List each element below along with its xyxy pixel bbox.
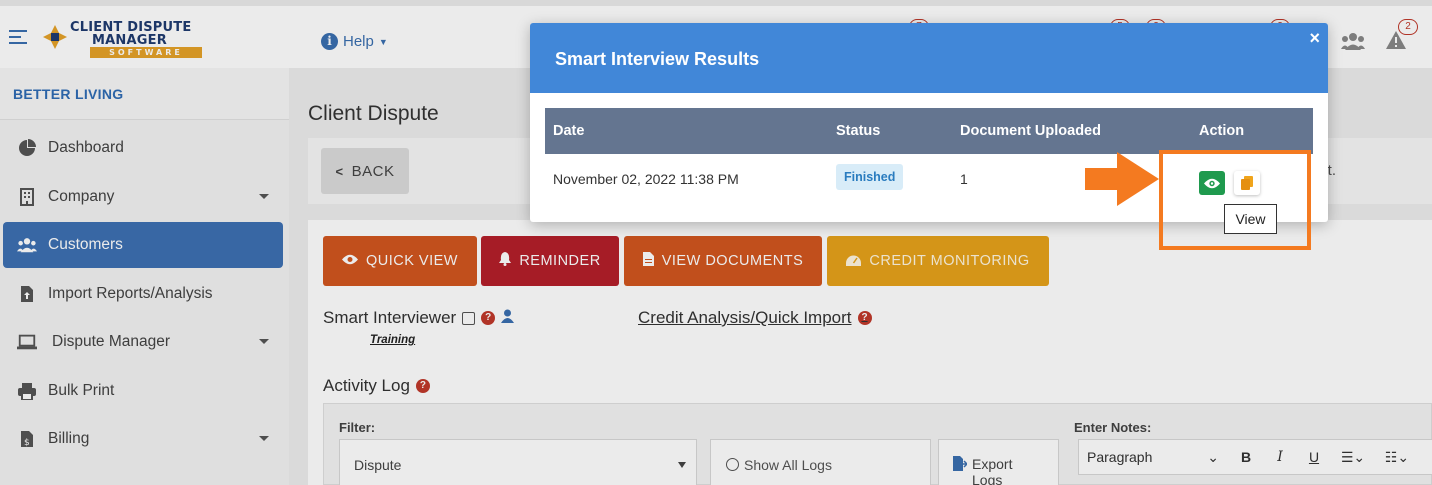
column-header-action: Action [1199,123,1245,139]
view-tooltip: View [1224,204,1277,234]
modal-title: Smart Interview Results [555,49,760,69]
modal-header: Smart Interview Results × [530,23,1328,93]
row-date: November 02, 2022 11:38 PM [553,171,739,187]
status-badge: Finished [836,164,904,190]
row-documents-count: 1 [960,171,968,187]
annotation-arrow-icon [1085,152,1159,206]
close-icon[interactable]: × [1309,28,1320,49]
column-header-documents: Document Uploaded [960,123,1101,139]
column-header-status: Status [836,123,881,139]
table-header: Date Status Document Uploaded Action [545,108,1313,154]
column-header-date: Date [553,123,585,139]
annotation-highlight-box [1159,150,1311,250]
